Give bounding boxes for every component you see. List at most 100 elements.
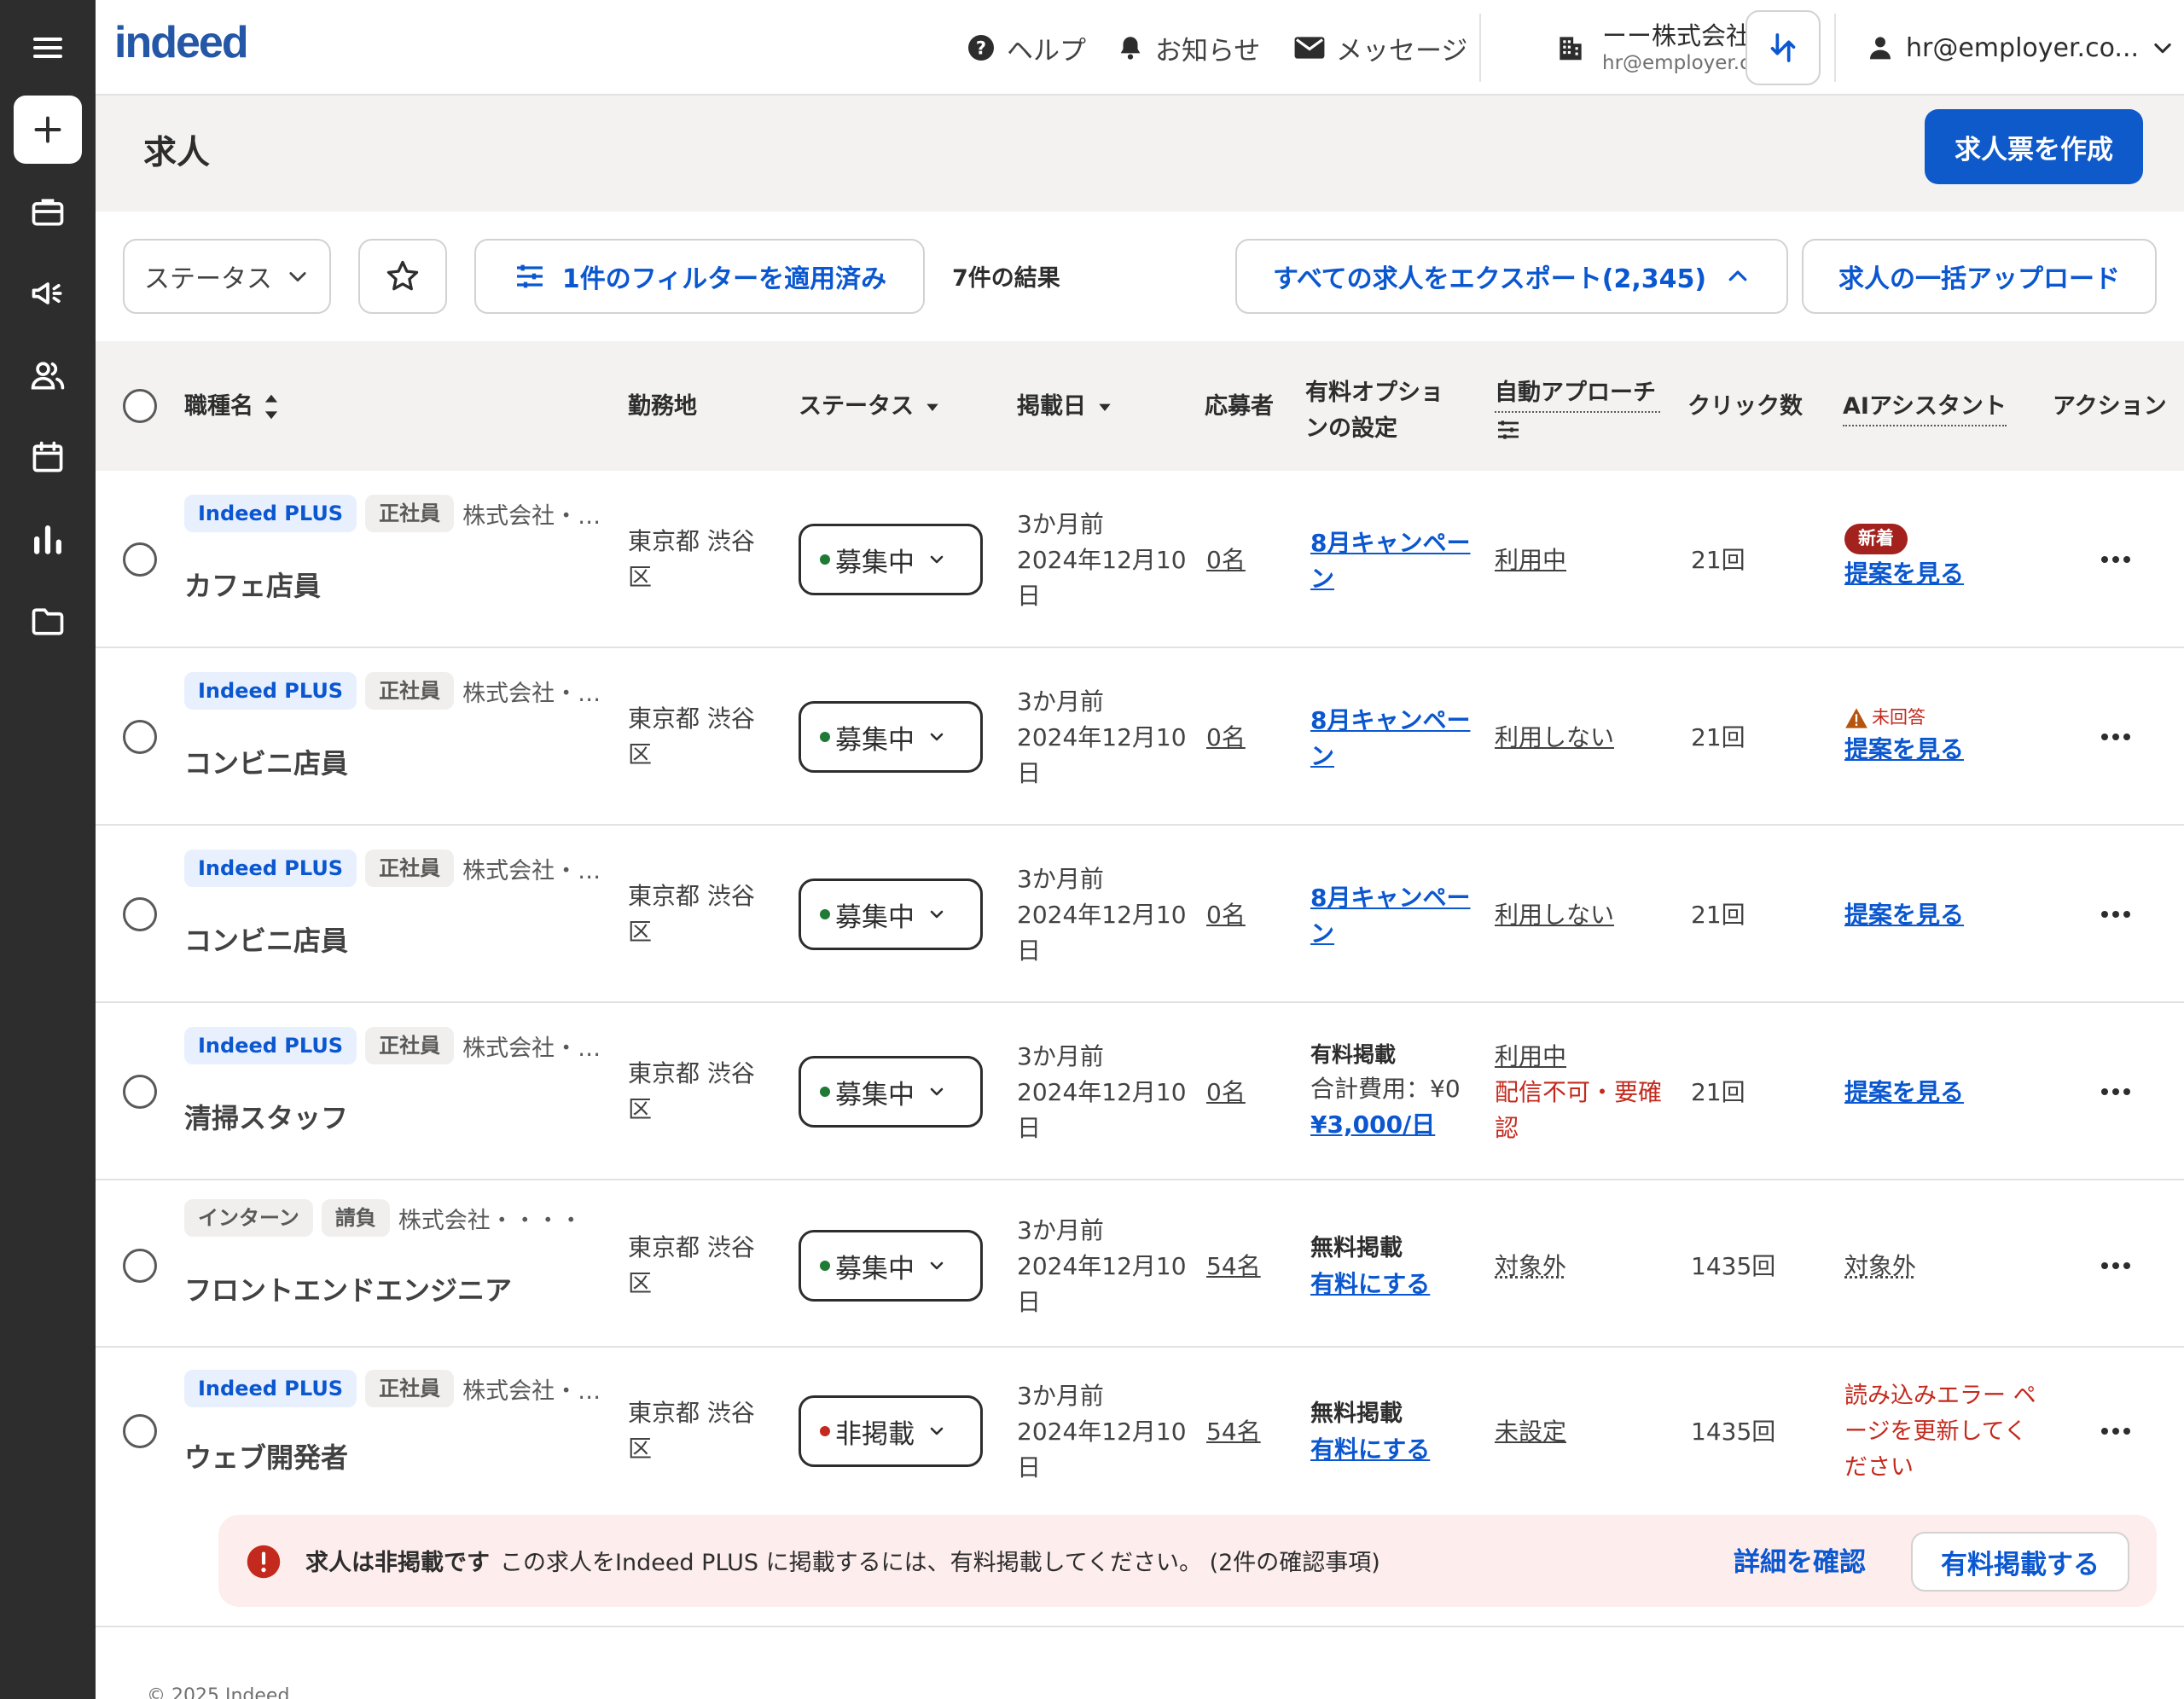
more-actions-button[interactable] [2090,1075,2141,1109]
table-row[interactable]: Indeed PLUS 正社員 株式会社・・・・ カフェ店員 東京都 渋谷区 募… [96,471,2184,648]
status-dropdown[interactable]: 募集中 [799,878,983,950]
status-label: 募集中 [835,718,915,757]
posted-date: 3か月前 2024年12月10日 [1017,1213,1188,1320]
applicants-count-link[interactable]: 0名 [1206,720,1246,756]
auto-approach-status[interactable]: 利用しない [1495,897,1665,933]
campaign-link[interactable]: 8月キャンペーン [1310,880,1481,952]
job-tags: Indeed PLUS 正社員 株式会社・・・・ [184,850,613,887]
favorite-filter-button[interactable] [358,239,447,314]
briefcase-icon[interactable] [0,177,96,246]
job-title-link[interactable]: 清掃スタッフ [184,1097,348,1136]
people-icon[interactable] [0,341,96,409]
campaign-link[interactable]: 8月キャンペーン [1310,703,1481,774]
row-checkbox[interactable] [123,542,157,577]
table-row[interactable]: Indeed PLUS 正社員 株式会社・・・・ 清掃スタッフ 東京都 渋谷区 … [96,1003,2184,1180]
location: 東京都 渋谷区 [628,878,773,950]
results-count: 7件の結果 [952,259,1060,293]
view-suggestions-link[interactable]: 提案を見る [1844,897,2049,933]
chevron-down-icon [926,1255,947,1276]
calendar-icon[interactable] [0,423,96,491]
more-actions-button[interactable] [2090,720,2141,754]
header-job-title[interactable]: 職種名 [184,389,281,425]
indeed-logo[interactable]: indeed [114,17,247,68]
header-ai-assistant[interactable]: AIアシスタント [1843,389,2007,426]
export-jobs-button[interactable]: すべての求人をエクスポート(2,345) [1235,239,1788,314]
divider [1834,14,1836,82]
status-dropdown[interactable]: 非掲載 [799,1395,983,1467]
upgrade-to-paid-link[interactable]: 有料にする [1310,1267,1481,1302]
posted-date: 3か月前 2024年12月10日 [1017,1378,1188,1486]
create-job-button[interactable]: 求人票を作成 [1925,109,2143,184]
applicants-count-link[interactable]: 54名 [1206,1249,1261,1284]
employment-type-tag: 正社員 [365,850,454,887]
star-icon [384,258,421,295]
table-row[interactable]: Indeed PLUS 正社員 株式会社・・・・ ウェブ開発者 東京都 渋谷区 … [96,1348,2184,1501]
table-row[interactable]: Indeed PLUS 正社員 株式会社・・・・ コンビニ店員 東京都 渋谷区 … [96,648,2184,826]
applicants-count-link[interactable]: 0名 [1206,1075,1246,1110]
notifications-link[interactable]: お知らせ [1116,26,1260,70]
row-checkbox[interactable] [123,897,157,931]
view-suggestions-link[interactable]: 提案を見る [1844,1075,2049,1110]
upgrade-to-paid-link[interactable]: 有料にする [1310,1432,1481,1468]
employment-type-tag: インターン [184,1199,313,1237]
daily-budget-link[interactable]: ¥3,000/日 [1310,1107,1481,1143]
select-all-checkbox[interactable] [123,389,157,423]
status-filter-dropdown[interactable]: ステータス [123,239,331,314]
auto-approach-status[interactable]: 未設定 [1495,1414,1665,1450]
more-icon [2100,555,2131,564]
job-title-link[interactable]: フロントエンドエンジニア [184,1269,512,1308]
chart-icon[interactable] [0,505,96,573]
applied-filters-button[interactable]: 1件のフィルターを適用済み [474,239,925,314]
view-details-link[interactable]: 詳細を確認 [1734,1540,1866,1579]
ai-not-eligible: 対象外 [1844,1249,2049,1284]
table-row[interactable]: Indeed PLUS 正社員 株式会社・・・・ コンビニ店員 東京都 渋谷区 … [96,826,2184,1003]
bulk-upload-button[interactable]: 求人の一括アップロード [1802,239,2157,314]
status-dropdown[interactable]: 募集中 [799,1230,983,1302]
header-posted[interactable]: 掲載日 [1017,389,1113,425]
paid-listing-button[interactable]: 有料掲載する [1911,1532,2129,1592]
auto-approach-status[interactable]: 利用中 [1495,1039,1665,1075]
job-title-link[interactable]: ウェブ開発者 [184,1436,348,1476]
status-dropdown[interactable]: 募集中 [799,1056,983,1128]
more-icon [2100,1261,2131,1270]
status-label: 募集中 [835,896,915,934]
applicants-count-link[interactable]: 54名 [1206,1414,1261,1450]
auto-approach-status[interactable]: 利用しない [1495,720,1665,756]
more-actions-button[interactable] [2090,542,2141,577]
svg-text:?: ? [976,38,986,59]
applicants-count-link[interactable]: 0名 [1206,897,1246,933]
row-checkbox[interactable] [123,1075,157,1109]
campaign-link[interactable]: 8月キャンペーン [1310,525,1481,597]
header-auto-approach-label: 自動アプローチ [1495,375,1660,413]
row-checkbox[interactable] [123,1414,157,1448]
indeed-plus-tag: Indeed PLUS [184,495,357,532]
megaphone-icon[interactable] [0,259,96,328]
header-auto-approach[interactable]: 自動アプローチ [1495,375,1660,444]
chevron-down-icon [926,1081,947,1102]
job-title-link[interactable]: コンビニ店員 [184,742,348,781]
account-menu[interactable]: hr@employer.co... [1867,26,2175,70]
status-dropdown[interactable]: 募集中 [799,701,983,773]
applicants-count-link[interactable]: 0名 [1206,542,1246,578]
row-checkbox[interactable] [123,720,157,754]
more-actions-button[interactable] [2090,897,2141,931]
table-row[interactable]: インターン 請負 株式会社・・・・ フロントエンドエンジニア 東京都 渋谷区 募… [96,1180,2184,1348]
header-status[interactable]: ステータス [799,389,941,425]
auto-approach-status[interactable]: 利用中 [1495,542,1665,578]
more-actions-button[interactable] [2090,1414,2141,1448]
row-checkbox[interactable] [123,1249,157,1283]
page-title: 求人 [143,126,210,174]
create-plus-button[interactable] [14,96,82,164]
more-actions-button[interactable] [2090,1249,2141,1283]
status-dropdown[interactable]: 募集中 [799,524,983,595]
chevron-down-icon [926,727,947,747]
help-link[interactable]: ? ヘルプ [966,26,1086,70]
job-title-link[interactable]: コンビニ店員 [184,919,348,959]
folder-icon[interactable] [0,587,96,655]
switch-account-button[interactable] [1745,10,1821,85]
view-suggestions-link[interactable]: 提案を見る [1844,556,2049,592]
messages-link[interactable]: メッセージ [1293,26,1467,70]
view-suggestions-link[interactable]: 提案を見る [1844,732,2049,768]
menu-icon[interactable] [0,14,96,82]
job-title-link[interactable]: カフェ店員 [184,565,321,604]
